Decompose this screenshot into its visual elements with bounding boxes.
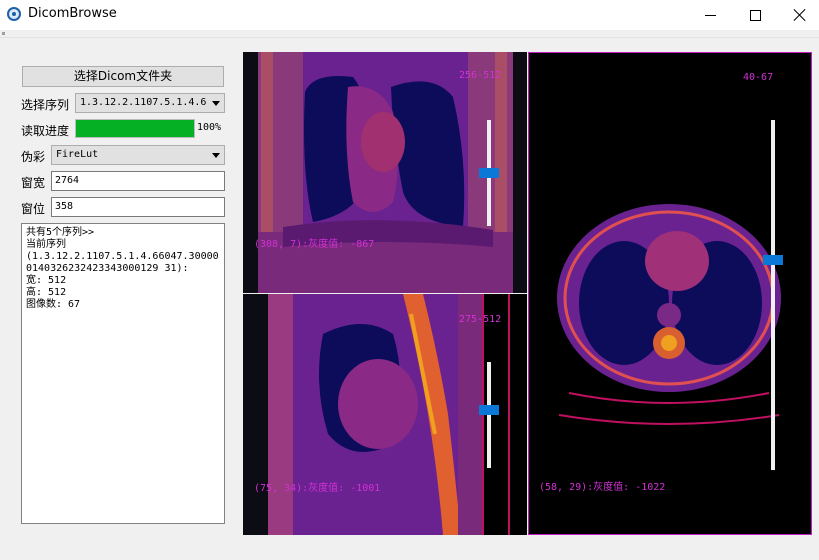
axial-slice-slider[interactable] — [763, 120, 783, 470]
close-icon — [793, 8, 807, 22]
app-icon — [7, 7, 21, 21]
chevron-down-icon — [212, 153, 220, 158]
axial-viewport[interactable]: 40-67 (58, 29):灰度值: -1022 — [528, 52, 812, 535]
series-label: 选择序列 — [21, 98, 70, 112]
slider-thumb[interactable] — [479, 168, 499, 178]
series-select[interactable]: 1.3.12.2.1107.5.1.4.6 — [75, 93, 225, 113]
coronal-slice-indicator: 256-512 — [459, 70, 502, 81]
series-select-value: 1.3.12.2.1107.5.1.4.6 — [80, 97, 207, 108]
window-width-input[interactable]: 2764 — [51, 171, 225, 191]
title-bar: DicomBrowse — [0, 0, 819, 30]
info-line: (1.3.12.2.1107.5.1.4.66047.30000 — [26, 251, 219, 262]
info-line: 当前序列 — [26, 239, 66, 250]
lut-select-value: FireLut — [56, 149, 99, 160]
slider-thumb[interactable] — [479, 405, 499, 415]
progress-label: 读取进度 — [21, 124, 70, 138]
info-line: 共有5个序列>> — [26, 227, 95, 238]
progress-bar — [75, 119, 195, 138]
coronal-slice-slider[interactable] — [479, 120, 499, 226]
axial-pixel-readout: (58, 29):灰度值: -1022 — [539, 482, 666, 493]
slider-thumb[interactable] — [763, 255, 783, 265]
axial-slice-indicator: 40-67 — [743, 72, 774, 83]
window-width-label: 窗宽 — [21, 176, 46, 190]
maximize-icon — [749, 9, 761, 21]
progress-fill — [76, 120, 194, 137]
sagittal-slice-indicator: 275-512 — [459, 314, 502, 325]
progress-percent: 100% — [197, 122, 222, 133]
window-title: DicomBrowse — [28, 6, 117, 21]
slider-track — [771, 120, 775, 470]
sagittal-viewport[interactable]: 275-512 (75, 34):灰度值: -1001 — [243, 294, 527, 535]
info-line: 宽: 512 — [26, 275, 67, 286]
close-button[interactable] — [777, 0, 819, 30]
info-line: 0140326232423343000129 31): — [26, 263, 189, 274]
menu-strip — [0, 30, 819, 38]
lut-label: 伪彩 — [21, 150, 46, 164]
window-level-label: 窗位 — [21, 202, 46, 216]
minimize-button[interactable] — [687, 0, 733, 30]
grip-icon — [2, 32, 5, 35]
coronal-viewport[interactable]: 256-512 (308, 7):灰度值: -867 — [243, 52, 527, 293]
window-level-input[interactable]: 358 — [51, 197, 225, 217]
info-line: 高: 512 — [26, 287, 67, 298]
info-line: 图像数: 67 — [26, 299, 81, 310]
chevron-down-icon — [212, 101, 220, 106]
coronal-pixel-readout: (308, 7):灰度值: -867 — [254, 239, 375, 250]
slider-track — [487, 362, 491, 468]
series-info-text[interactable]: 共有5个序列>> 当前序列 (1.3.12.2.1107.5.1.4.66047… — [21, 223, 225, 524]
sagittal-pixel-readout: (75, 34):灰度值: -1001 — [254, 483, 381, 494]
maximize-button[interactable] — [732, 0, 778, 30]
minimize-icon — [704, 14, 716, 16]
sagittal-slice-slider[interactable] — [479, 362, 499, 468]
lut-select[interactable]: FireLut — [51, 145, 225, 165]
open-dicom-folder-button[interactable]: 选择Dicom文件夹 — [22, 66, 224, 87]
